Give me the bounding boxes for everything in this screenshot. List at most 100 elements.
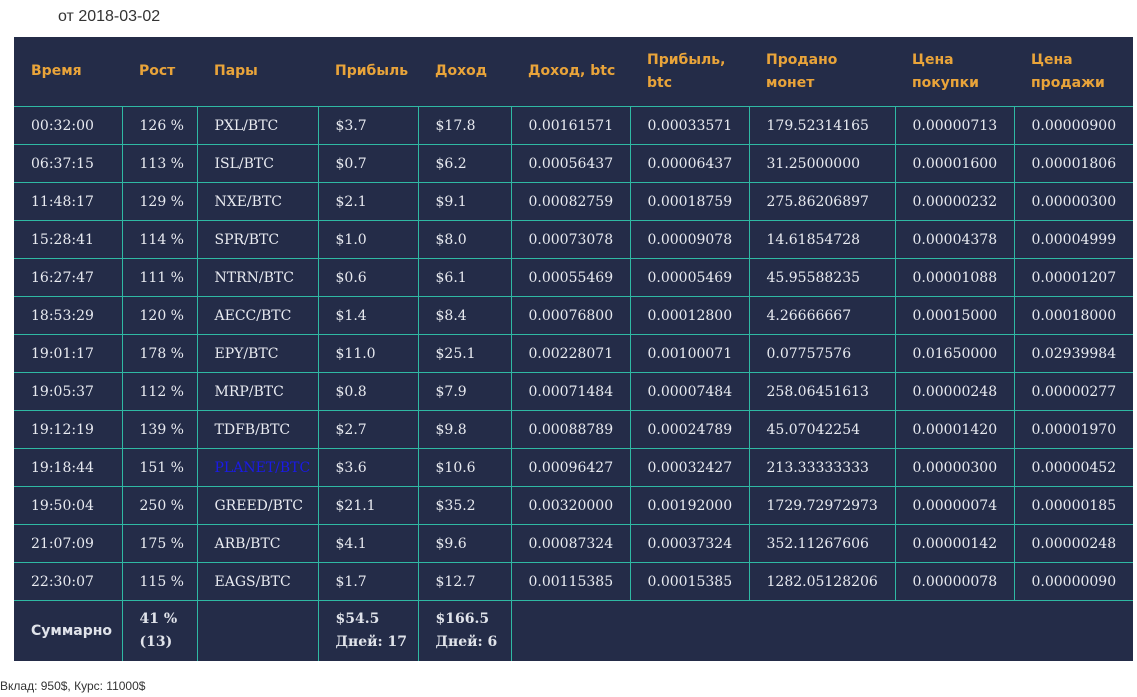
cell-buy-price: 0.00004378 — [894, 220, 1015, 259]
column-header-income-btc: Доход, btc — [511, 37, 630, 107]
cell-time: 19:50:04 — [14, 486, 123, 525]
column-header-text: покупки — [912, 74, 979, 91]
table-row: 19:12:19 139 % TDFB/BTC $2.7 $9.8 0.00088789 0… — [14, 410, 1133, 449]
cell-profit: $1.7 — [317, 562, 419, 601]
cell-profit: $1.0 — [317, 220, 419, 259]
cell-buy-price: 0.00000074 — [894, 486, 1015, 525]
summary-income-line2: Дней: 6 — [435, 634, 498, 650]
cell-pair: NTRN/BTC — [196, 258, 319, 297]
cell-sell-price: 0.00000277 — [1013, 372, 1133, 411]
summary-profit-line2: Дней: 17 — [335, 634, 408, 650]
summary-income: $166.5 Дней: 6 — [417, 600, 512, 661]
column-header-coins-sold: Продано монет — [749, 37, 895, 107]
cell-buy-price: 0.00001420 — [894, 410, 1015, 449]
column-header-text: Доход, btc — [528, 63, 616, 79]
cell-sell-price: 0.00000185 — [1013, 486, 1133, 525]
column-header-growth: Рост — [122, 37, 197, 107]
cell-profit: $3.6 — [317, 448, 419, 487]
table-row: 16:27:47 111 % NTRN/BTC $0.6 $6.1 0.00055469 0… — [14, 258, 1133, 297]
cell-income: $6.1 — [417, 258, 512, 297]
cell-profit: $4.1 — [317, 524, 419, 563]
cell-income: $7.9 — [417, 372, 512, 411]
cell-income-btc: 0.00228071 — [510, 334, 631, 373]
cell-income: $9.8 — [417, 410, 512, 449]
column-header-profit-btc: Прибыль, btc — [630, 37, 749, 107]
column-header-buy-price: Цена покупки — [895, 37, 1014, 107]
table-row: 19:18:44 151 % PLANET/BTC $3.6 $10.6 0.000964… — [14, 448, 1133, 487]
cell-coins-sold: 1729.72972973 — [748, 486, 896, 525]
cell-profit-btc: 0.00032427 — [629, 448, 750, 487]
cell-sell-price: 0.00000452 — [1013, 448, 1133, 487]
cell-income-btc: 0.00087324 — [510, 524, 631, 563]
cell-pair: AECC/BTC — [196, 296, 319, 335]
cell-income: $35.2 — [417, 486, 512, 525]
cell-income-btc: 0.00088789 — [510, 410, 631, 449]
cell-profit-btc: 0.00037324 — [629, 524, 750, 563]
cell-sell-price: 0.00018000 — [1013, 296, 1133, 335]
column-header-text: продажи — [1031, 74, 1105, 91]
cell-growth: 111 % — [121, 258, 198, 297]
summary-growth-line1: 41 % — [139, 611, 178, 627]
cell-buy-price: 0.00000142 — [894, 524, 1015, 563]
cell-growth: 120 % — [121, 296, 198, 335]
cell-profit-btc: 0.00007484 — [629, 372, 750, 411]
column-header-income: Доход — [418, 37, 511, 107]
cell-pair: NXE/BTC — [196, 182, 319, 221]
column-header-text: btc — [647, 74, 673, 91]
cell-profit: $11.0 — [317, 334, 419, 373]
cell-income: $25.1 — [417, 334, 512, 373]
cell-income-btc: 0.00115385 — [510, 562, 631, 601]
table-row: 00:32:00 126 % PXL/BTC $3.7 $17.8 0.00161571 0… — [14, 106, 1133, 145]
cell-sell-price: 0.00001207 — [1013, 258, 1133, 297]
cell-income-btc: 0.00082759 — [510, 182, 631, 221]
table-header-row: Время Рост Пары Прибыль Доход Доход, btc Прибы… — [14, 37, 1133, 107]
summary-income-line1: $166.5 — [435, 611, 490, 627]
cell-profit-btc: 0.00100071 — [629, 334, 750, 373]
column-header-time: Время — [14, 37, 122, 107]
summary-row: Суммарно 41 % (13) $54.5 Дней: 17 $166.5 Дней:… — [14, 600, 1133, 661]
cell-sell-price: 0.00004999 — [1013, 220, 1133, 259]
cell-time: 06:37:15 — [14, 144, 123, 183]
cell-pair: GREED/BTC — [196, 486, 319, 525]
table-row: 19:05:37 112 % MRP/BTC $0.8 $7.9 0.00071484 0.… — [14, 372, 1133, 411]
cell-buy-price: 0.00001600 — [894, 144, 1015, 183]
cell-profit-btc: 0.00024789 — [629, 410, 750, 449]
cell-growth: 250 % — [121, 486, 198, 525]
cell-income-btc: 0.00161571 — [510, 106, 631, 145]
cell-income: $17.8 — [417, 106, 512, 145]
cell-growth: 126 % — [121, 106, 198, 145]
table-row: 22:30:07 115 % EAGS/BTC $1.7 $12.7 0.00115385… — [14, 562, 1133, 601]
pair-link[interactable]: PLANET/BTC — [196, 448, 319, 487]
cell-buy-price: 0.00001088 — [894, 258, 1015, 297]
column-header-text: Рост — [139, 63, 176, 79]
cell-time: 11:48:17 — [14, 182, 123, 221]
cell-buy-price: 0.00000300 — [894, 448, 1015, 487]
cell-coins-sold: 31.25000000 — [748, 144, 896, 183]
cell-profit: $3.7 — [317, 106, 419, 145]
cell-pair: EAGS/BTC — [196, 562, 319, 601]
cell-sell-price: 0.00000248 — [1013, 524, 1133, 563]
column-header-text: монет — [766, 74, 815, 91]
cell-time: 00:32:00 — [14, 106, 123, 145]
cell-time: 21:07:09 — [14, 524, 123, 563]
cell-income-btc: 0.00096427 — [510, 448, 631, 487]
column-header-pair: Пары — [197, 37, 318, 107]
cell-time: 19:12:19 — [14, 410, 123, 449]
cell-sell-price: 0.00000900 — [1013, 106, 1133, 145]
cell-buy-price: 0.00000078 — [894, 562, 1015, 601]
cell-growth: 114 % — [121, 220, 198, 259]
cell-profit: $0.8 — [317, 372, 419, 411]
table-row: 18:53:29 120 % AECC/BTC $1.4 $8.4 0.00076800 0… — [14, 296, 1133, 335]
column-header-text: Продано — [766, 51, 838, 68]
cell-time: 19:01:17 — [14, 334, 123, 373]
cell-coins-sold: 1282.05128206 — [748, 562, 896, 601]
column-header-sell-price: Цена продажи — [1014, 37, 1133, 107]
summary-label: Суммарно — [14, 600, 123, 661]
cell-profit-btc: 0.00006437 — [629, 144, 750, 183]
cell-time: 19:18:44 — [14, 448, 123, 487]
column-header-text: Пары — [214, 63, 258, 79]
cell-income-btc: 0.00056437 — [510, 144, 631, 183]
cell-time: 15:28:41 — [14, 220, 123, 259]
cell-profit-btc: 0.00009078 — [629, 220, 750, 259]
cell-coins-sold: 45.95588235 — [748, 258, 896, 297]
